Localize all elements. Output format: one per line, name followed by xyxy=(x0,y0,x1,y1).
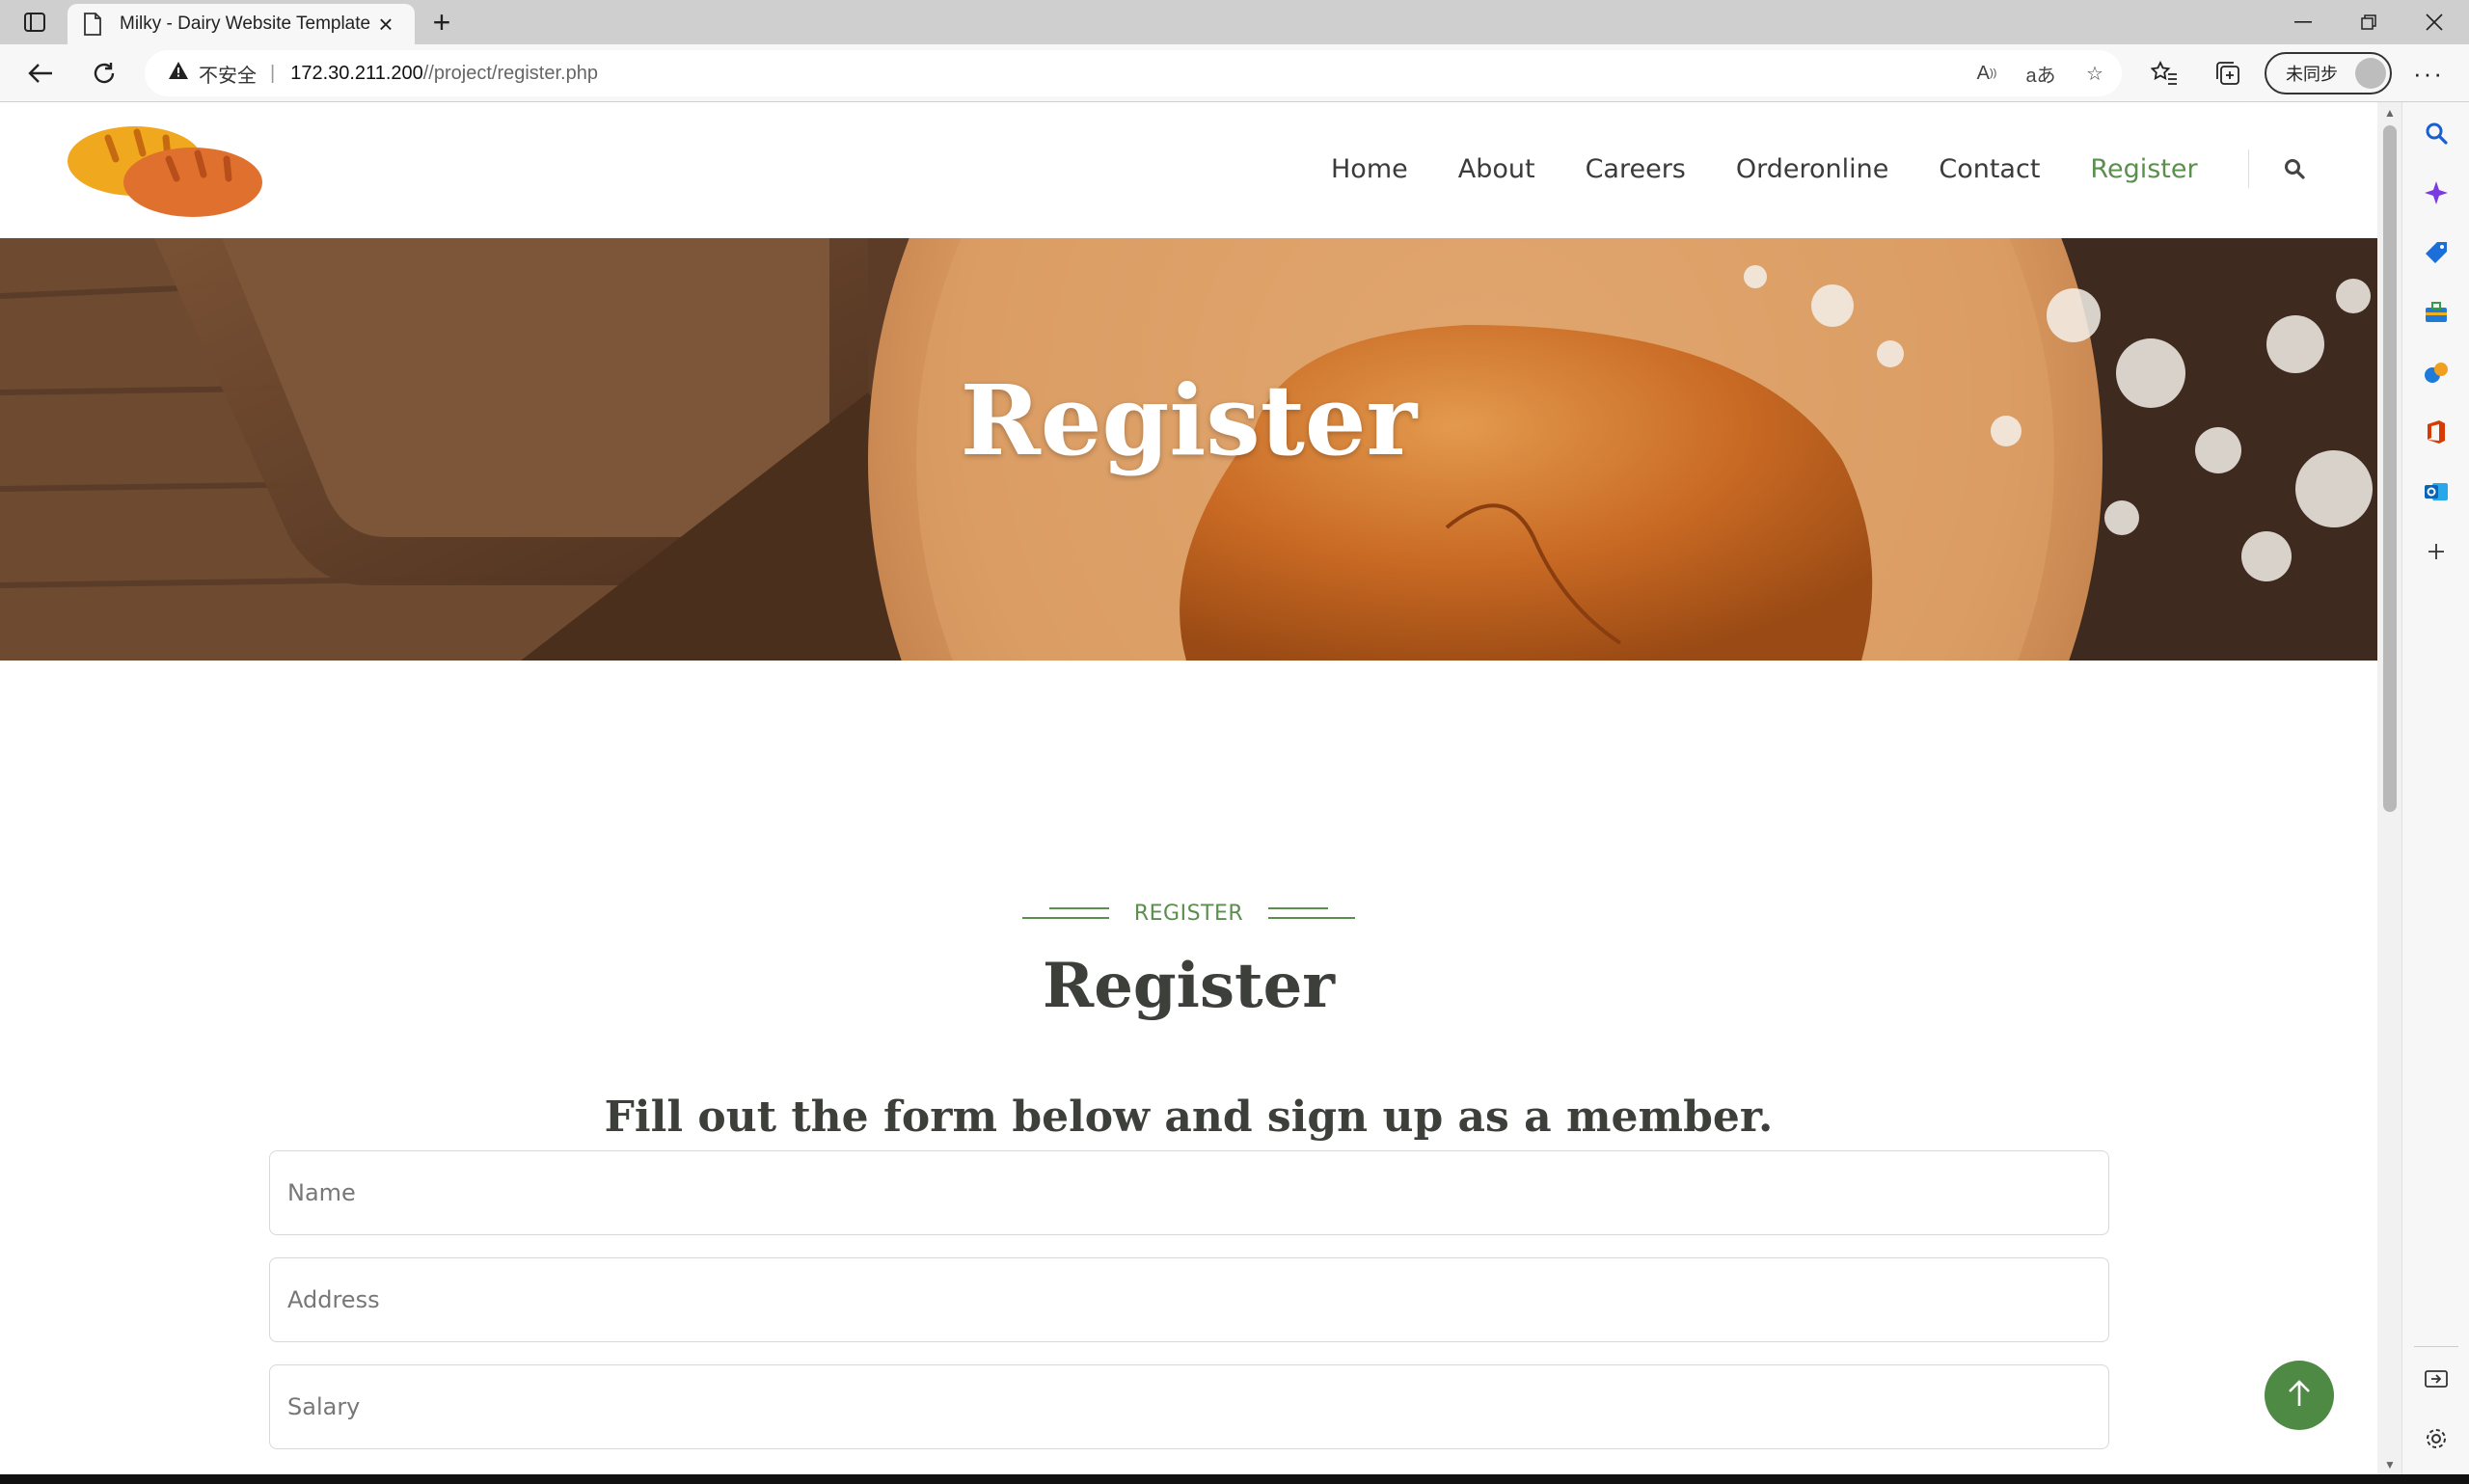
more-menu-icon[interactable]: ··· xyxy=(2407,54,2450,93)
games-icon[interactable] xyxy=(2423,359,2450,386)
add-sidebar-app-icon[interactable] xyxy=(2423,538,2450,565)
scroll-thumb[interactable] xyxy=(2383,125,2397,812)
main-nav: Home About Careers Orderonline Contact R… xyxy=(1331,149,2307,188)
sidebar-settings-icon[interactable] xyxy=(2423,1425,2450,1452)
profile-sync-button[interactable]: 未同步 xyxy=(2265,52,2392,94)
tools-briefcase-icon[interactable] xyxy=(2423,299,2450,326)
nav-orderonline[interactable]: Orderonline xyxy=(1736,154,1889,184)
scroll-down-icon[interactable]: ▼ xyxy=(2383,1458,2397,1471)
favorites-icon[interactable] xyxy=(2143,54,2185,93)
security-label[interactable]: 不安全 xyxy=(199,60,257,88)
translate-icon[interactable]: aあ xyxy=(2025,58,2056,89)
hero-title: Register xyxy=(960,364,1418,477)
section-eyebrow: REGISTER xyxy=(0,902,2377,926)
address-field[interactable] xyxy=(269,1257,2109,1342)
avatar xyxy=(2355,58,2386,89)
sidebar-divider xyxy=(2414,1346,2458,1347)
search-icon[interactable] xyxy=(2282,156,2307,181)
edge-sidebar xyxy=(2401,102,2469,1478)
register-section: REGISTER Register Fill out the form belo… xyxy=(0,661,2377,1474)
taskbar-edge xyxy=(0,1474,2469,1484)
section-title: Register xyxy=(1043,950,1335,1022)
document-icon xyxy=(83,13,104,36)
sidebar-search-icon[interactable] xyxy=(2423,120,2450,147)
tab-actions-icon[interactable] xyxy=(17,9,52,36)
browser-tabstrip: Milky - Dairy Website Template × + xyxy=(0,0,2469,44)
url-separator: | xyxy=(270,62,276,84)
url-host: 172.30.211.200 xyxy=(290,62,423,84)
section-subtitle: Fill out the form below and sign up as a… xyxy=(604,1093,1774,1142)
shopping-tag-icon[interactable] xyxy=(2423,239,2450,266)
favorite-add-icon[interactable]: ☆ xyxy=(2079,58,2110,89)
restore-icon[interactable] xyxy=(2336,0,2401,44)
bread-logo-icon[interactable] xyxy=(68,121,270,227)
sidebar-layout-icon[interactable] xyxy=(2423,1365,2450,1392)
tab-title: Milky - Dairy Website Template xyxy=(120,13,371,34)
url-path: //project/register.php xyxy=(422,62,598,84)
tab-close-icon[interactable]: × xyxy=(372,12,399,37)
scroll-up-icon[interactable]: ▲ xyxy=(2383,106,2397,120)
sync-label: 未同步 xyxy=(2286,65,2338,84)
nav-about[interactable]: About xyxy=(1458,154,1535,184)
address-bar-actions: A)) aあ ☆ xyxy=(1971,58,2110,89)
web-page: Home About Careers Orderonline Contact R… xyxy=(0,103,2377,1474)
new-tab-icon[interactable]: + xyxy=(424,5,459,40)
hero-banner: Register xyxy=(0,238,2377,661)
office-icon[interactable] xyxy=(2423,418,2450,445)
nav-home[interactable]: Home xyxy=(1331,154,1408,184)
minimize-icon[interactable] xyxy=(2270,0,2336,44)
nav-contact[interactable]: Contact xyxy=(1939,154,2040,184)
address-bar[interactable]: 不安全 | 172.30.211.200 //project/register.… xyxy=(145,50,2122,96)
eyebrow-label: REGISTER xyxy=(1133,902,1244,926)
warning-icon xyxy=(168,61,189,86)
nav-register[interactable]: Register xyxy=(2090,154,2197,184)
nav-divider xyxy=(2247,149,2249,188)
read-aloud-icon[interactable]: A)) xyxy=(1971,58,2002,89)
browser-toolbar: 不安全 | 172.30.211.200 //project/register.… xyxy=(0,44,2469,102)
salary-field[interactable] xyxy=(269,1364,2109,1449)
copilot-icon[interactable] xyxy=(2423,179,2450,206)
name-field[interactable] xyxy=(269,1150,2109,1235)
outlook-icon[interactable] xyxy=(2423,478,2450,505)
nav-careers[interactable]: Careers xyxy=(1586,154,1686,184)
close-window-icon[interactable] xyxy=(2401,0,2467,44)
back-icon[interactable] xyxy=(19,54,62,93)
back-to-top-button[interactable] xyxy=(2265,1361,2334,1430)
site-header: Home About Careers Orderonline Contact R… xyxy=(0,103,2377,238)
reload-icon[interactable] xyxy=(83,54,125,93)
page-scrollbar[interactable]: ▲ ▼ xyxy=(2377,102,2401,1478)
collections-icon[interactable] xyxy=(2207,54,2249,93)
eyebrow-left-lines xyxy=(1021,906,1109,921)
arrow-up-icon xyxy=(2287,1379,2312,1413)
eyebrow-right-lines xyxy=(1268,906,1356,921)
browser-tab[interactable]: Milky - Dairy Website Template × xyxy=(68,4,415,44)
